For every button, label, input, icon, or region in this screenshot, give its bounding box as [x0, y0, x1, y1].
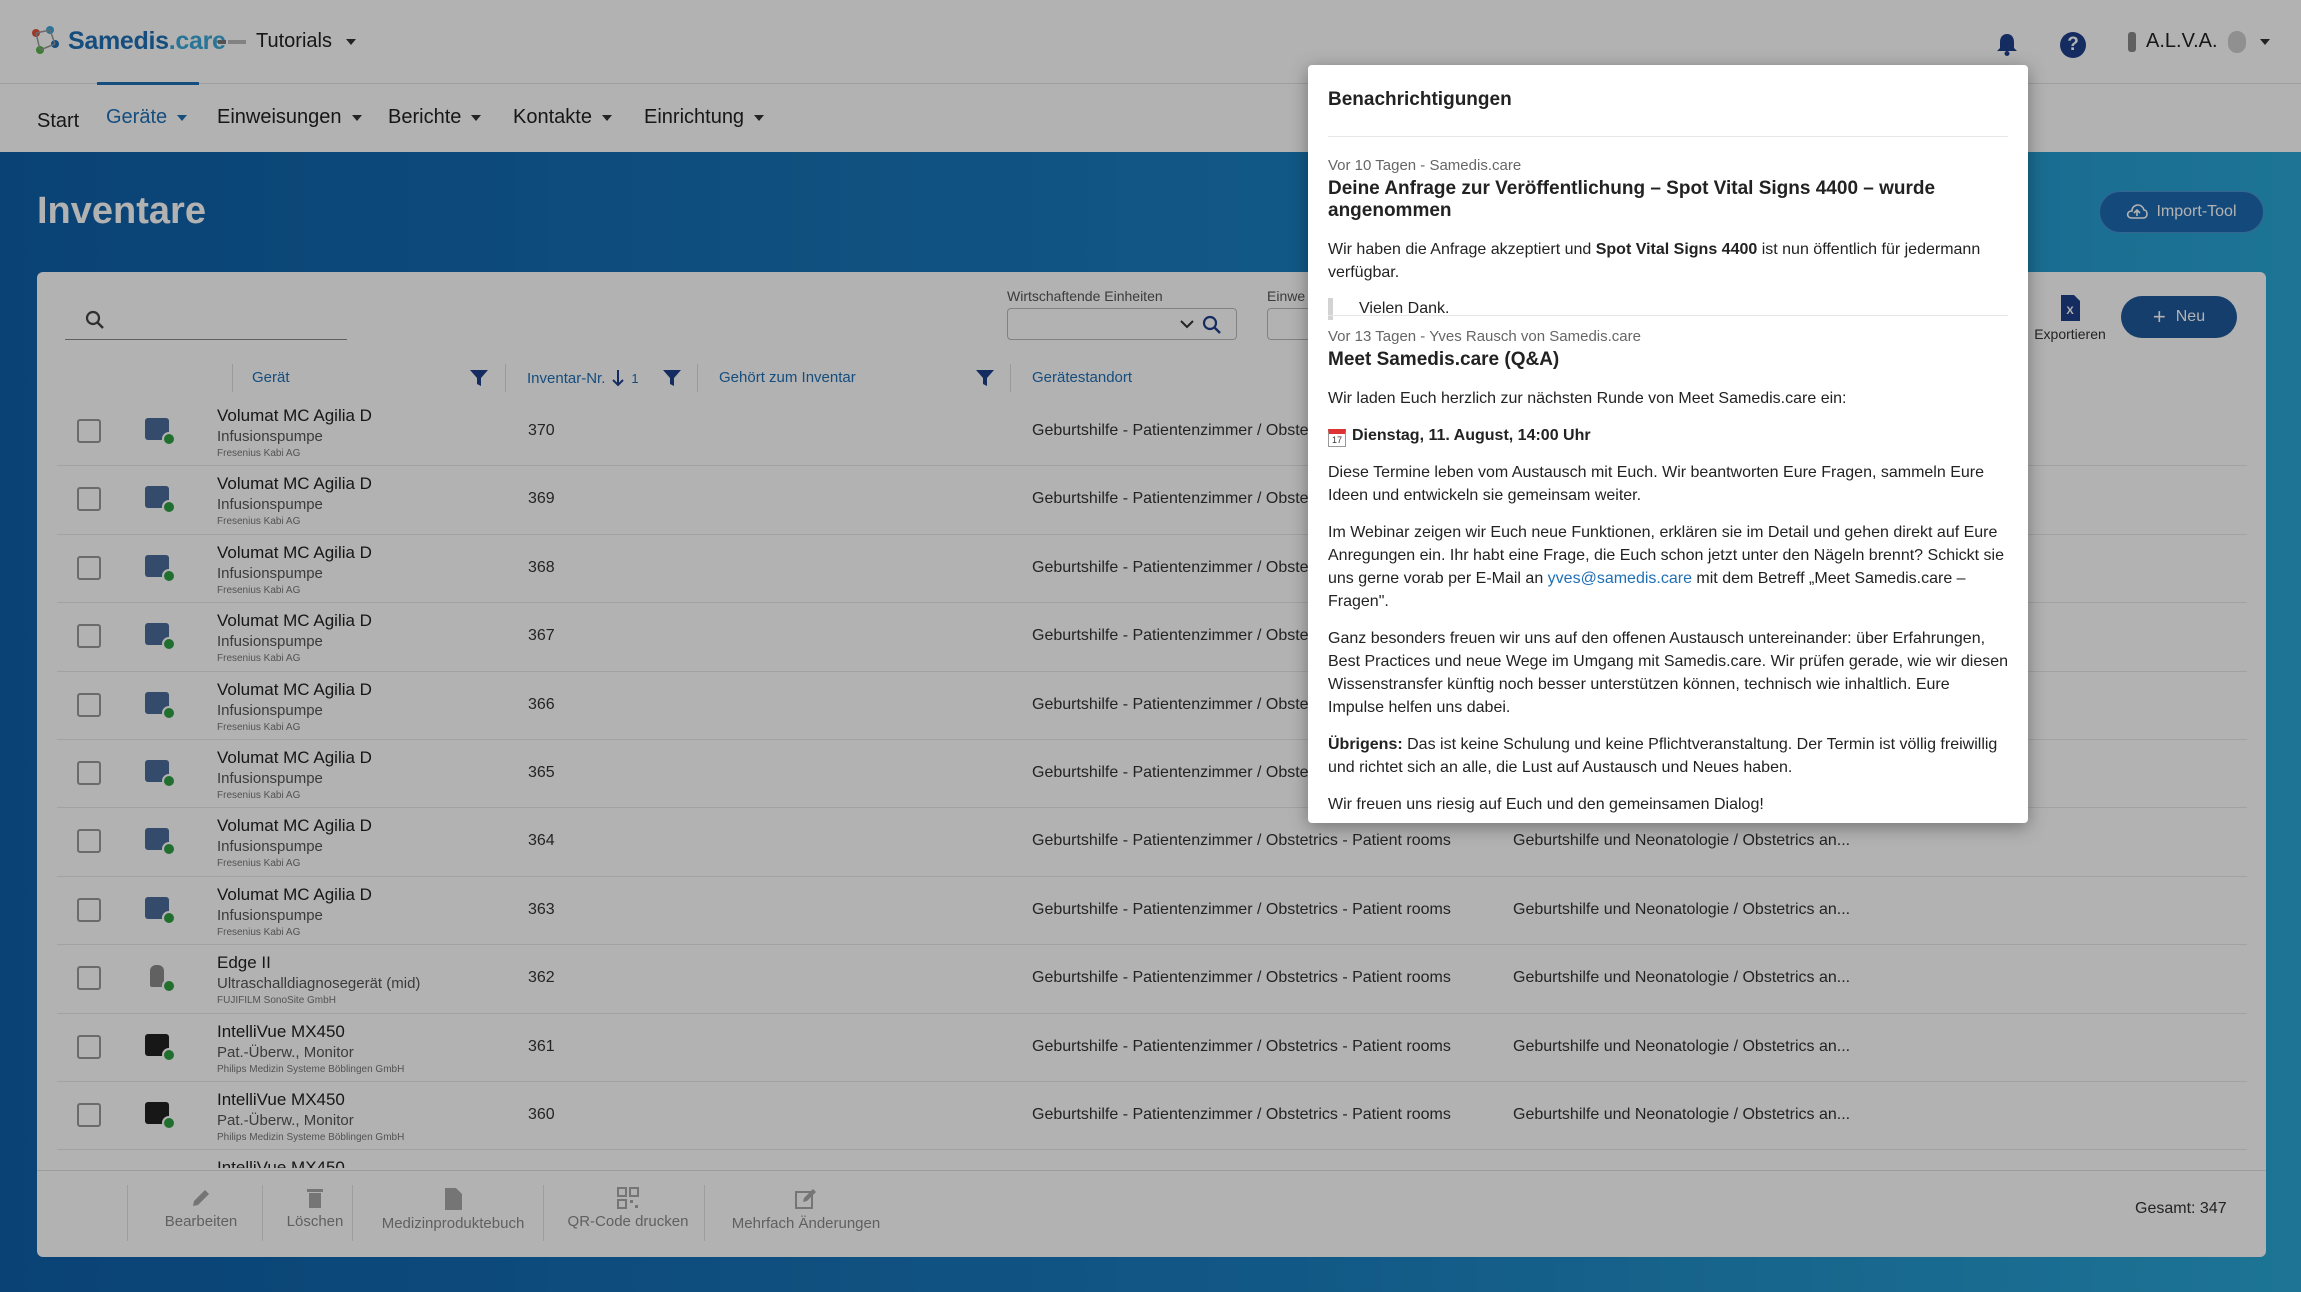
notification-text: Übrigens: Das ist keine Schulung und kei…: [1328, 733, 2008, 779]
device-name-bold: Spot Vital Signs 4400: [1595, 241, 1758, 258]
notifications-panel: Benachrichtigungen Vor 10 Tagen - Samedi…: [1308, 65, 2028, 823]
notification-title: Meet Samedis.care (Q&A): [1328, 349, 1560, 370]
notification-date: 17 Dienstag, 11. August, 14:00 Uhr: [1328, 424, 2008, 447]
divider: [1328, 136, 2008, 137]
text-bold: Übrigens:: [1328, 736, 1403, 753]
notification-text: Im Webinar zeigen wir Euch neue Funktion…: [1328, 521, 2008, 613]
notification-text: Wir laden Euch herzlich zur nächsten Run…: [1328, 390, 1847, 407]
notification-text: Wir haben die Anfrage akzeptiert und Spo…: [1328, 238, 2008, 284]
notification-text: Diese Termine leben vom Austausch mit Eu…: [1328, 464, 1984, 504]
calendar-icon: 17: [1328, 429, 1346, 447]
notification-meta: Vor 13 Tagen - Yves Rausch von Samedis.c…: [1328, 328, 1641, 345]
email-link[interactable]: yves@samedis.care: [1548, 570, 1692, 587]
notification-quote: Vielen Dank.: [1328, 298, 2008, 320]
text-part: Wir haben die Anfrage akzeptiert und: [1328, 241, 1596, 258]
notification-title: Deine Anfrage zur Veröffentlichung – Spo…: [1328, 178, 1936, 221]
notification-item[interactable]: Vor 10 Tagen - Samedis.care Deine Anfrag…: [1328, 157, 2008, 334]
notifications-title: Benachrichtigungen: [1328, 89, 1512, 110]
text-part: Das ist keine Schulung und keine Pflicht…: [1328, 736, 1998, 776]
notification-text: Wir freuen uns riesig auf Euch und den g…: [1328, 796, 1764, 813]
notification-item[interactable]: Vor 13 Tagen - Yves Rausch von Samedis.c…: [1328, 328, 2008, 823]
divider: [1328, 315, 2008, 316]
event-date: Dienstag, 11. August, 14:00 Uhr: [1352, 427, 1591, 444]
notification-text: Ganz besonders freuen wir uns auf den of…: [1328, 630, 2009, 716]
notification-meta: Vor 10 Tagen - Samedis.care: [1328, 157, 1522, 174]
